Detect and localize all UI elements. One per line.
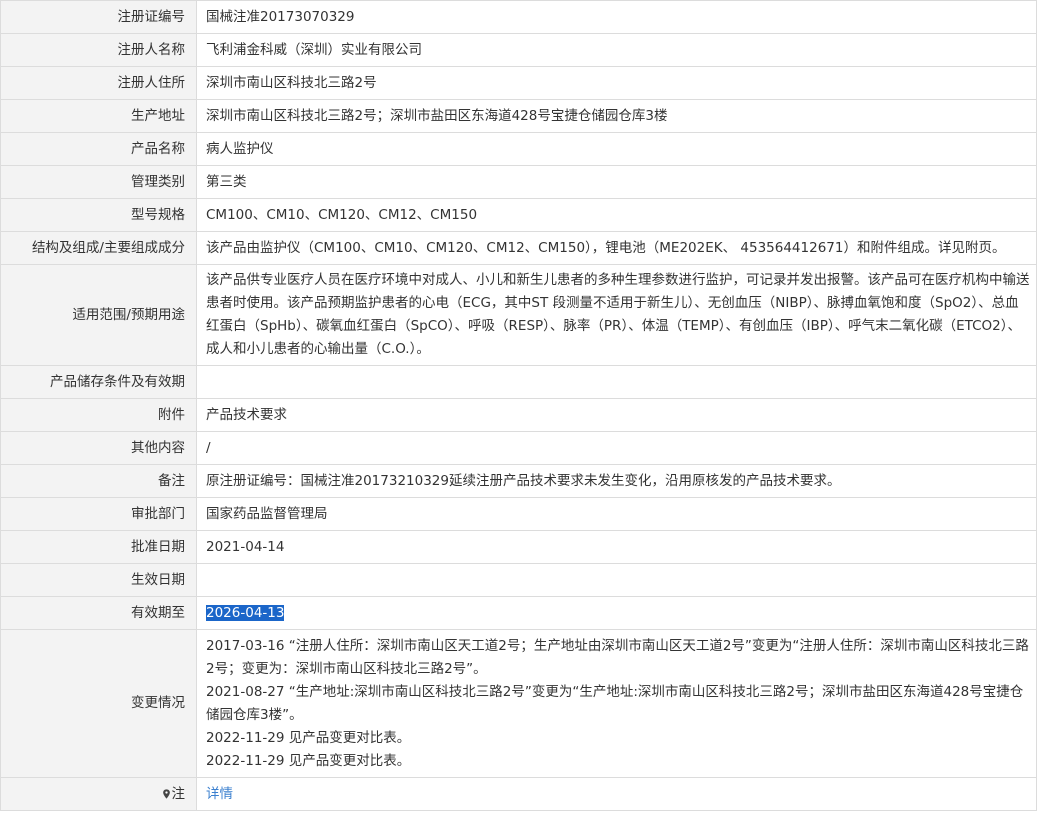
field-label: 注册人住所 — [0, 66, 197, 100]
row-valid-until: 有效期至 2026-04-13 — [0, 596, 1037, 630]
field-value: 深圳市南山区科技北三路2号；深圳市盐田区东海道428号宝捷仓储园仓库3楼 — [196, 99, 1037, 133]
field-value: 国械注准20173070329 — [196, 0, 1037, 34]
field-value: 飞利浦金科威（深圳）实业有限公司 — [196, 33, 1037, 67]
field-label: 适用范围/预期用途 — [0, 264, 197, 366]
note-label: 注 — [171, 785, 186, 802]
field-label: 产品名称 — [0, 132, 197, 166]
field-label: 备注 — [0, 464, 197, 498]
field-label: 批准日期 — [0, 530, 197, 564]
field-value: 病人监护仪 — [196, 132, 1037, 166]
field-label: 产品储存条件及有效期 — [0, 365, 197, 399]
field-label: 生产地址 — [0, 99, 197, 133]
field-label: 注册证编号 — [0, 0, 197, 34]
change-entry: 2017-03-16 “注册人住所：深圳市南山区天工道2号；生产地址由深圳市南山… — [206, 637, 1029, 677]
field-value: 该产品供专业医疗人员在医疗环境中对成人、小儿和新生儿患者的多种生理参数进行监护，… — [196, 264, 1037, 366]
field-value: 第三类 — [196, 165, 1037, 199]
row-registrant-address: 注册人住所 深圳市南山区科技北三路2号 — [0, 66, 1037, 100]
field-label: 审批部门 — [0, 497, 197, 531]
row-attachments: 附件 产品技术要求 — [0, 398, 1037, 432]
change-entry: 2022-11-29 见产品变更对比表。 — [206, 729, 411, 746]
row-approval-department: 审批部门 国家药品监督管理局 — [0, 497, 1037, 531]
field-label: 管理类别 — [0, 165, 197, 199]
row-intended-use: 适用范围/预期用途 该产品供专业医疗人员在医疗环境中对成人、小儿和新生儿患者的多… — [0, 264, 1037, 366]
field-value: / — [196, 431, 1037, 465]
field-label: 结构及组成/主要组成成分 — [0, 231, 197, 265]
field-value: 2021-04-14 — [196, 530, 1037, 564]
field-label: 注册人名称 — [0, 33, 197, 67]
field-label: 型号规格 — [0, 198, 197, 232]
row-product-name: 产品名称 病人监护仪 — [0, 132, 1037, 166]
row-other-content: 其他内容 / — [0, 431, 1037, 465]
field-value[interactable]: 2026-04-13 — [196, 596, 1037, 630]
field-label: 其他内容 — [0, 431, 197, 465]
location-pin-icon — [162, 788, 170, 799]
row-registration-number: 注册证编号 国械注准20173070329 — [0, 0, 1037, 34]
change-entry: 2021-08-27 “生产地址:深圳市南山区科技北三路2号”变更为“生产地址:… — [206, 683, 1024, 723]
field-value — [196, 365, 1037, 399]
row-note: 注 详情 — [0, 777, 1037, 811]
registration-detail-table: 注册证编号 国械注准20173070329 注册人名称 飞利浦金科威（深圳）实业… — [0, 0, 1037, 811]
row-registrant-name: 注册人名称 飞利浦金科威（深圳）实业有限公司 — [0, 33, 1037, 67]
field-value: 2017-03-16 “注册人住所：深圳市南山区天工道2号；生产地址由深圳市南山… — [196, 629, 1037, 778]
row-storage-conditions: 产品储存条件及有效期 — [0, 365, 1037, 399]
row-approval-date: 批准日期 2021-04-14 — [0, 530, 1037, 564]
details-link[interactable]: 详情 — [206, 786, 233, 802]
field-value: 产品技术要求 — [196, 398, 1037, 432]
field-value: 深圳市南山区科技北三路2号 — [196, 66, 1037, 100]
row-model-spec: 型号规格 CM100、CM10、CM120、CM12、CM150 — [0, 198, 1037, 232]
field-value: 详情 — [196, 777, 1037, 811]
field-value: 原注册证编号：国械注准20173210329延续注册产品技术要求未发生变化，沿用… — [196, 464, 1037, 498]
field-value: 国家药品监督管理局 — [196, 497, 1037, 531]
field-value — [196, 563, 1037, 597]
row-change-history: 变更情况 2017-03-16 “注册人住所：深圳市南山区天工道2号；生产地址由… — [0, 629, 1037, 778]
field-label: 生效日期 — [0, 563, 197, 597]
row-remarks: 备注 原注册证编号：国械注准20173210329延续注册产品技术要求未发生变化… — [0, 464, 1037, 498]
selected-text[interactable]: 2026-04-13 — [206, 604, 285, 621]
field-label: 变更情况 — [0, 629, 197, 778]
change-entry: 2022-11-29 见产品变更对比表。 — [206, 752, 411, 769]
field-label: 有效期至 — [0, 596, 197, 630]
row-management-class: 管理类别 第三类 — [0, 165, 1037, 199]
field-label: 注 — [0, 777, 197, 811]
row-structure-composition: 结构及组成/主要组成成分 该产品由监护仪（CM100、CM10、CM120、CM… — [0, 231, 1037, 265]
row-production-address: 生产地址 深圳市南山区科技北三路2号；深圳市盐田区东海道428号宝捷仓储园仓库3… — [0, 99, 1037, 133]
field-value: CM100、CM10、CM120、CM12、CM150 — [196, 198, 1037, 232]
row-effective-date: 生效日期 — [0, 563, 1037, 597]
field-value: 该产品由监护仪（CM100、CM10、CM120、CM12、CM150），锂电池… — [196, 231, 1037, 265]
field-label: 附件 — [0, 398, 197, 432]
